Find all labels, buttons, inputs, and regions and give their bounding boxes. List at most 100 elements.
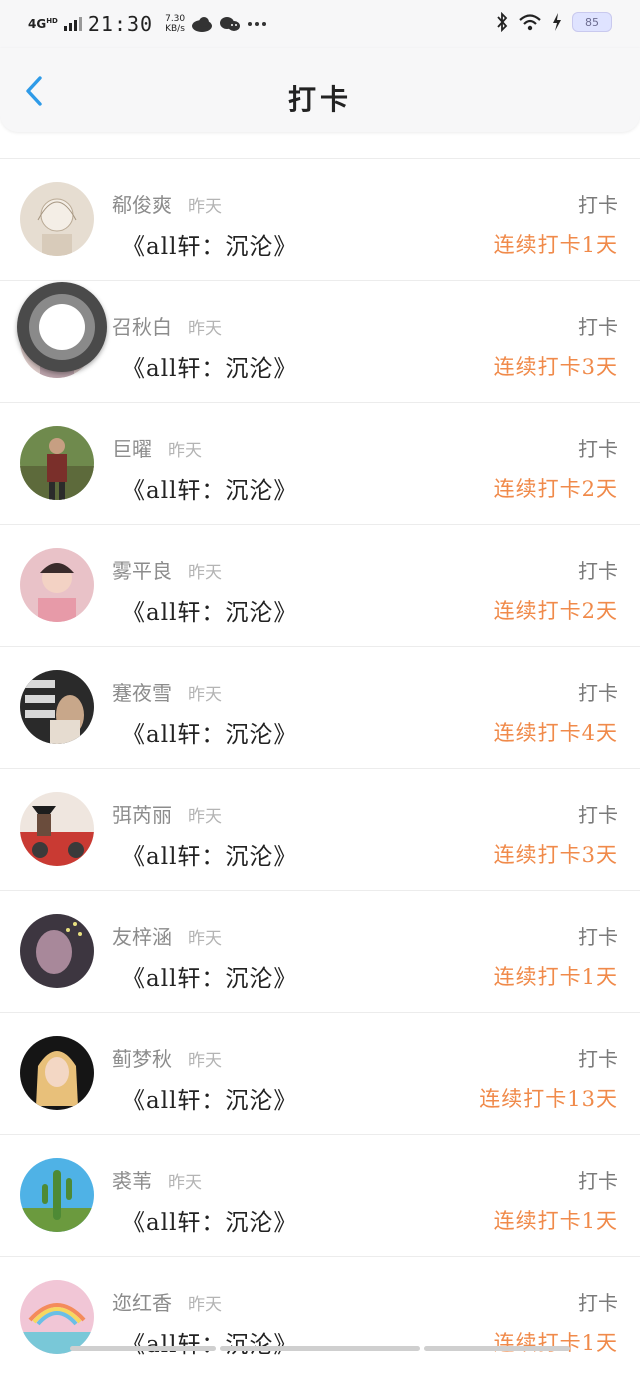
avatar[interactable]	[20, 1280, 94, 1354]
user-name-text: 迩红香	[112, 1291, 172, 1315]
list-item[interactable]: 蹇夜雪 昨天 《all轩：沉沦》 打卡 连续打卡4天	[0, 646, 640, 768]
checkin-time: 昨天	[188, 1295, 222, 1315]
user-name-text: 雾平良	[112, 559, 172, 583]
checkin-action: 打卡	[578, 1169, 618, 1193]
book-title: 《all轩：沉沦》	[122, 356, 298, 382]
list-item[interactable]: 蓟梦秋 昨天 《all轩：沉沦》 打卡 连续打卡13天	[0, 1012, 640, 1134]
user-name-text: 郗俊爽	[112, 193, 172, 217]
streak-text: 连续打卡1天	[493, 1331, 618, 1355]
streak-text: 连续打卡2天	[493, 599, 618, 623]
cloud-icon	[192, 17, 213, 32]
user-name-text: 蓟梦秋	[112, 1047, 172, 1071]
avatar[interactable]	[20, 914, 94, 988]
checkin-time: 昨天	[188, 197, 222, 217]
speed-unit: KB/s	[165, 24, 185, 34]
user-name-text: 弭芮丽	[112, 803, 172, 827]
streak-text: 连续打卡1天	[493, 965, 618, 989]
book-title: 《all轩：沉沦》	[122, 844, 298, 870]
user-name-text: 裘苇	[112, 1169, 152, 1193]
status-bar: 4GHD 21:30 7.30 KB/s 85	[0, 0, 640, 48]
list-item[interactable]: 郗俊爽 昨天 《all轩：沉沦》 打卡 连续打卡1天	[0, 158, 640, 280]
checkin-time: 昨天	[188, 929, 222, 949]
checkin-time: 昨天	[188, 319, 222, 339]
bottom-indicator-right	[424, 1346, 570, 1351]
floating-assistive-button[interactable]	[17, 282, 107, 372]
user-name: 召秋白 昨天	[112, 311, 222, 340]
user-name-text: 召秋白	[112, 315, 172, 339]
streak-text: 连续打卡1天	[493, 1209, 618, 1233]
user-name: 蹇夜雪 昨天	[112, 677, 222, 706]
book-title: 《all轩：沉沦》	[122, 722, 298, 748]
checkin-action: 打卡	[578, 681, 618, 705]
book-title: 《all轩：沉沦》	[122, 1210, 298, 1236]
user-name: 雾平良 昨天	[112, 555, 222, 584]
avatar[interactable]	[20, 182, 94, 256]
user-name: 迩红香 昨天	[112, 1287, 222, 1316]
status-right: 85	[496, 12, 612, 32]
battery-indicator: 85	[572, 12, 612, 32]
bottom-indicator-center	[220, 1346, 420, 1351]
checkin-time: 昨天	[188, 807, 222, 827]
page-title: 打卡	[287, 83, 352, 116]
checkin-action: 打卡	[578, 315, 618, 339]
checkin-action: 打卡	[578, 803, 618, 827]
floating-button-ring	[29, 294, 95, 360]
signal-bars-icon	[63, 17, 82, 31]
status-left: 4GHD 21:30 7.30 KB/s	[28, 12, 267, 36]
list-item[interactable]: 裘苇 昨天 《all轩：沉沦》 打卡 连续打卡1天	[0, 1134, 640, 1256]
user-name: 巨曜 昨天	[112, 433, 202, 462]
list-item[interactable]: 迩红香 昨天 《all轩：沉沦》 打卡 连续打卡1天	[0, 1256, 640, 1378]
network-sup: HD	[46, 17, 58, 25]
user-name: 蓟梦秋 昨天	[112, 1043, 222, 1072]
checkin-time: 昨天	[168, 1173, 202, 1193]
app-header: 打卡	[0, 48, 640, 132]
book-title: 《all轩：沉沦》	[122, 1332, 298, 1358]
list-item[interactable]: 弭芮丽 昨天 《all轩：沉沦》 打卡 连续打卡3天	[0, 768, 640, 890]
book-title: 《all轩：沉沦》	[122, 966, 298, 992]
list-item[interactable]: 巨曜 昨天 《all轩：沉沦》 打卡 连续打卡2天	[0, 402, 640, 524]
streak-text: 连续打卡13天	[479, 1087, 618, 1111]
network-label: 4G	[28, 17, 47, 31]
avatar[interactable]	[20, 426, 94, 500]
user-name: 裘苇 昨天	[112, 1165, 202, 1194]
streak-text: 连续打卡1天	[493, 233, 618, 257]
charging-icon	[553, 13, 561, 31]
book-title: 《all轩：沉沦》	[122, 600, 298, 626]
checkin-time: 昨天	[188, 1051, 222, 1071]
book-title: 《all轩：沉沦》	[122, 478, 298, 504]
checkin-time: 昨天	[168, 441, 202, 461]
checkin-action: 打卡	[578, 559, 618, 583]
speed-value: 7.30	[165, 14, 186, 24]
more-dots-icon	[248, 22, 267, 26]
streak-text: 连续打卡2天	[493, 477, 618, 501]
wechat-icon	[220, 17, 241, 31]
avatar[interactable]	[20, 670, 94, 744]
clock: 21:30	[87, 12, 154, 36]
checkin-action: 打卡	[578, 925, 618, 949]
streak-text: 连续打卡3天	[493, 355, 618, 379]
streak-text: 连续打卡3天	[493, 843, 618, 867]
book-title: 《all轩：沉沦》	[122, 234, 298, 260]
wifi-icon	[519, 14, 541, 31]
bluetooth-icon	[497, 12, 508, 32]
avatar[interactable]	[20, 1158, 94, 1232]
user-name-text: 巨曜	[112, 437, 152, 461]
floating-button-center	[39, 304, 85, 350]
streak-text: 连续打卡4天	[493, 721, 618, 745]
user-name: 郗俊爽 昨天	[112, 189, 222, 218]
book-title: 《all轩：沉沦》	[122, 1088, 298, 1114]
list-item[interactable]: 雾平良 昨天 《all轩：沉沦》 打卡 连续打卡2天	[0, 524, 640, 646]
avatar[interactable]	[20, 1036, 94, 1110]
list-item[interactable]: 友梓涵 昨天 《all轩：沉沦》 打卡 连续打卡1天	[0, 890, 640, 1012]
avatar[interactable]	[20, 548, 94, 622]
checkin-action: 打卡	[578, 1291, 618, 1315]
checkin-time: 昨天	[188, 563, 222, 583]
user-name: 友梓涵 昨天	[112, 921, 222, 950]
checkin-action: 打卡	[578, 437, 618, 461]
avatar[interactable]	[20, 792, 94, 866]
bottom-indicator-left	[70, 1346, 216, 1351]
user-name-text: 友梓涵	[112, 925, 172, 949]
checkin-action: 打卡	[578, 1047, 618, 1071]
checkin-action: 打卡	[578, 193, 618, 217]
user-name: 弭芮丽 昨天	[112, 799, 222, 828]
